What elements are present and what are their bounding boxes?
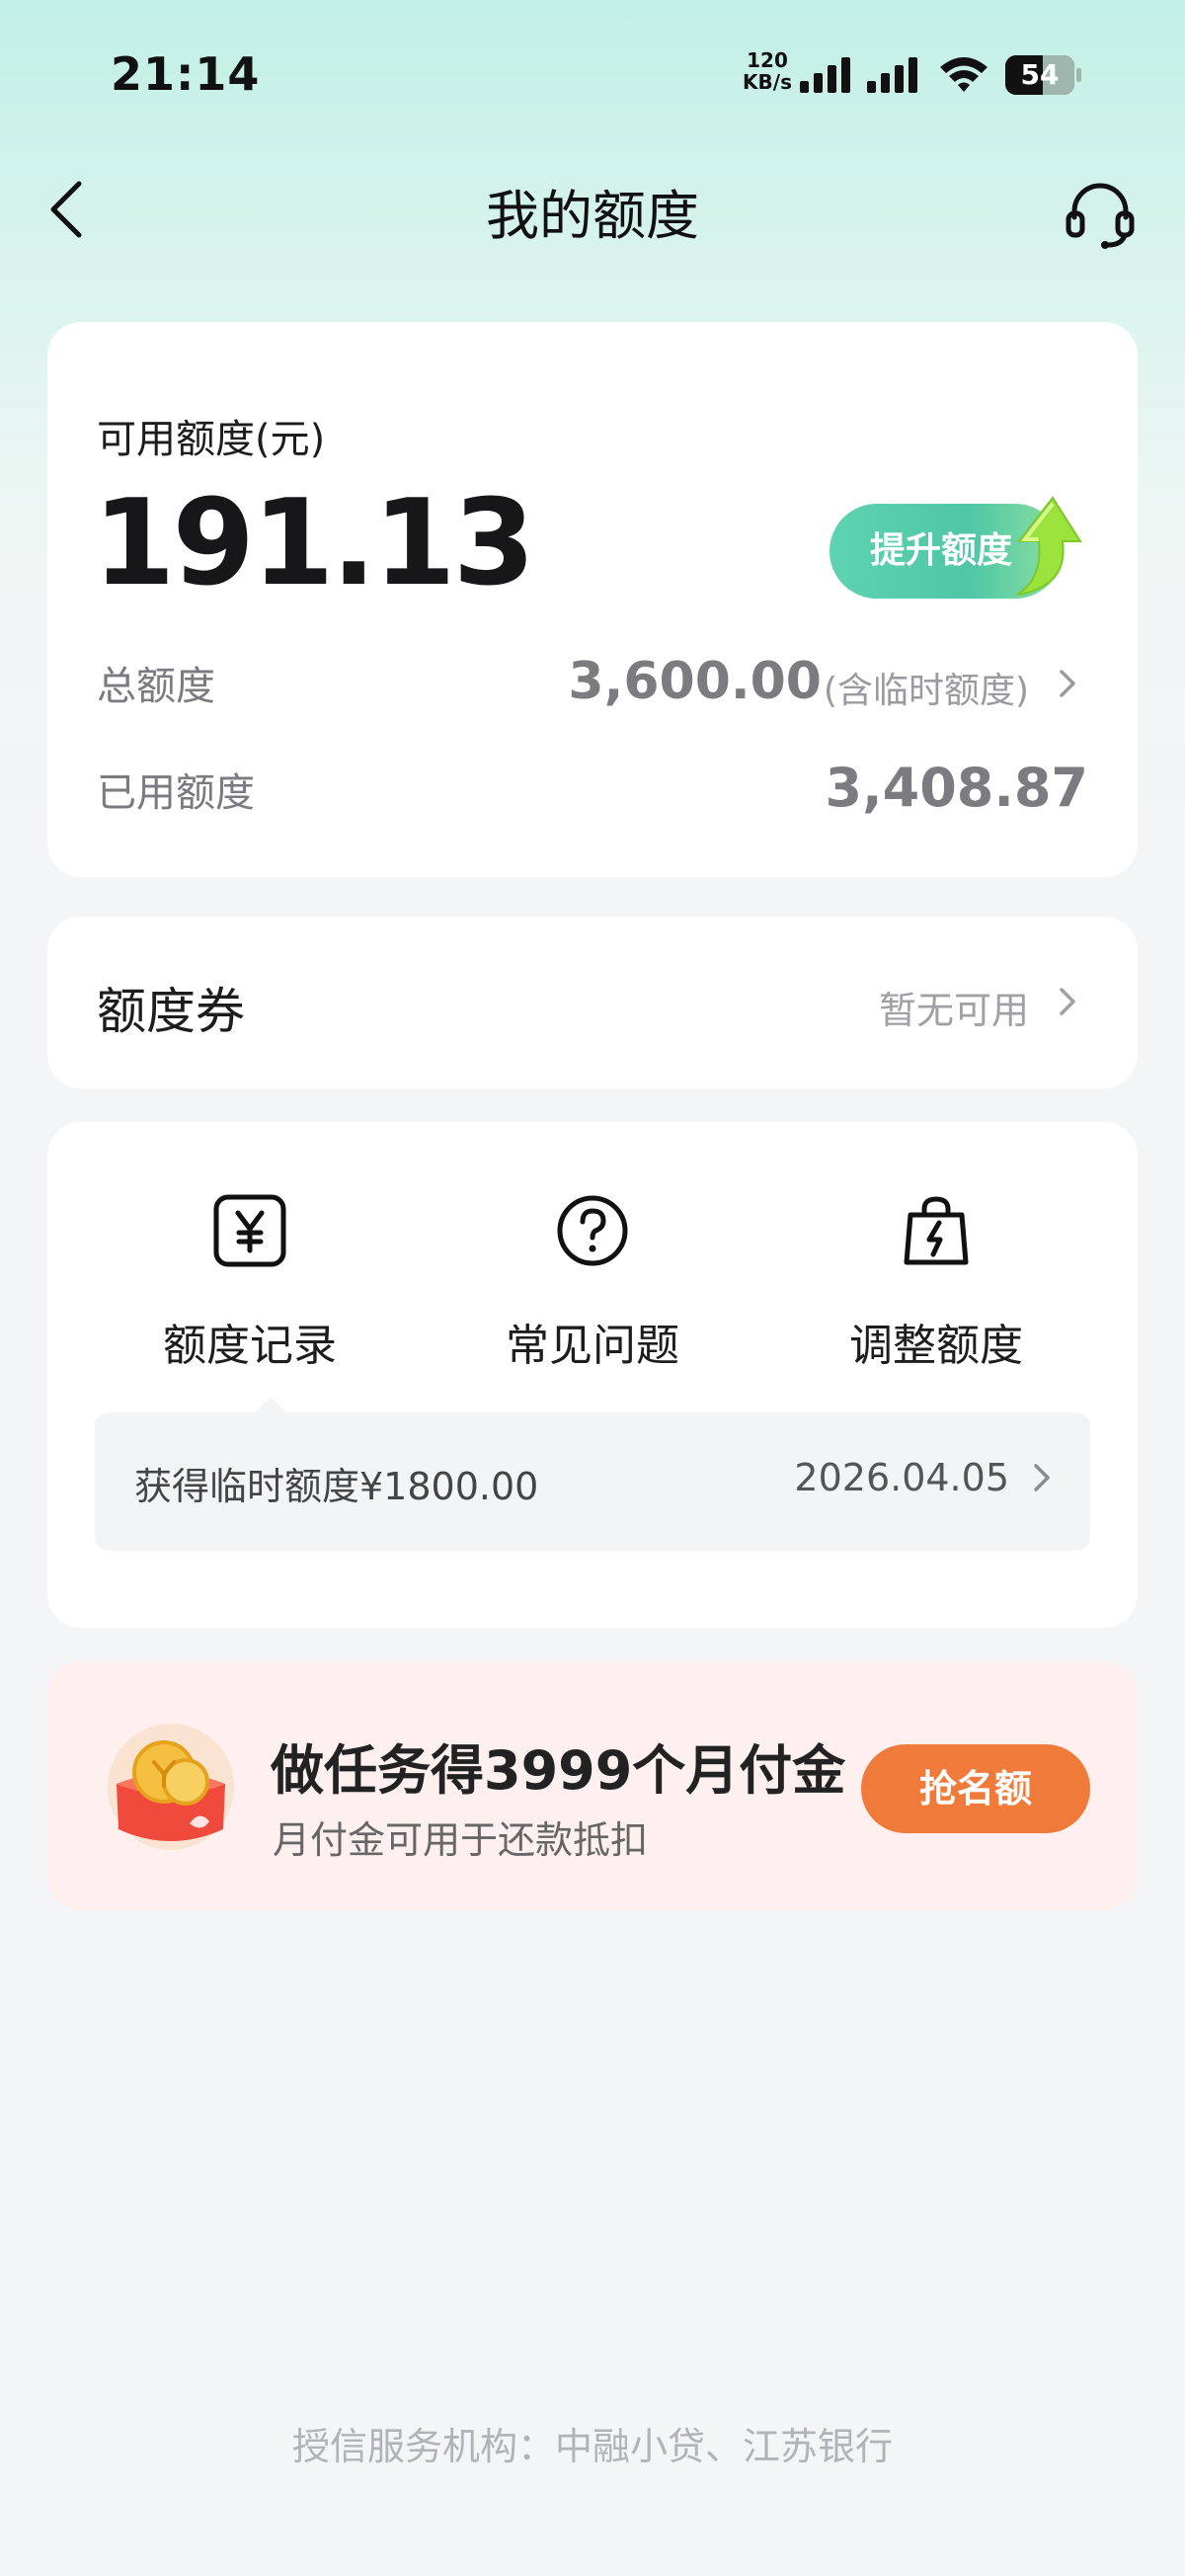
red-envelope-coins-icon bbox=[108, 1724, 234, 1850]
quota-coupon-title: 额度券 bbox=[97, 983, 245, 1040]
record-pointer bbox=[253, 1397, 288, 1414]
credit-institutions-footer: 授信服务机构：中融小贷、江苏银行 bbox=[291, 2425, 893, 2468]
promo-subtitle: 月付金可用于还款抵扣 bbox=[273, 1818, 649, 1862]
available-quota-amount: 191.13 bbox=[93, 475, 535, 612]
cellular-signal-icon-2 bbox=[867, 57, 917, 93]
wifi-icon bbox=[940, 57, 988, 92]
headset-icon[interactable] bbox=[1061, 174, 1140, 253]
yuan-receipt-icon bbox=[213, 1194, 286, 1267]
used-quota-value: 3,408.87 bbox=[825, 757, 1088, 819]
total-quota-label: 总额度 bbox=[97, 664, 215, 709]
grab-slot-button[interactable]: 抢名额 bbox=[861, 1744, 1090, 1833]
quota-record-label: 额度记录 bbox=[163, 1321, 337, 1371]
chevron-right-icon[interactable] bbox=[1053, 664, 1082, 703]
quota-record-action[interactable]: 额度记录 bbox=[102, 1191, 398, 1371]
latest-quota-record[interactable]: 获得临时额度¥1800.00 2026.04.05 bbox=[95, 1397, 1090, 1551]
quota-card: 可用额度(元) 191.13 提升额度 总额度 3,600.00 (含临时额度)… bbox=[47, 322, 1138, 877]
back-chevron-left-icon[interactable] bbox=[40, 170, 95, 249]
promo-banner[interactable]: 做任务得3999个月付金 月付金可用于还款抵扣 抢名额 bbox=[47, 1661, 1138, 1910]
promo-title: 做任务得3999个月付金 bbox=[271, 1739, 846, 1802]
cellular-signal-icon bbox=[800, 57, 850, 93]
network-speed-value: 120 bbox=[747, 48, 788, 72]
network-speed: 120 KB/s bbox=[739, 49, 796, 93]
battery-indicator: 54 bbox=[1005, 55, 1081, 95]
total-quota-note: (含临时额度) bbox=[823, 671, 1029, 711]
raise-quota-label: 提升额度 bbox=[869, 530, 1012, 571]
faq-label: 常见问题 bbox=[506, 1321, 679, 1371]
adjust-quota-action[interactable]: 调整额度 bbox=[788, 1191, 1084, 1371]
quota-coupon-status: 暂无可用 bbox=[878, 989, 1029, 1032]
record-date: 2026.04.05 bbox=[794, 1456, 1009, 1499]
adjust-quota-label: 调整额度 bbox=[849, 1321, 1023, 1371]
raise-quota-button[interactable]: 提升额度 bbox=[830, 496, 1100, 599]
page-title: 我的额度 bbox=[486, 185, 699, 247]
network-speed-unit: KB/s bbox=[743, 70, 792, 94]
available-quota-label: 可用额度(元) bbox=[97, 417, 326, 462]
status-bar: 21:14 120 KB/s 54 bbox=[0, 0, 1185, 148]
battery-level-text: 54 bbox=[1020, 58, 1060, 91]
chevron-right-icon bbox=[1034, 1464, 1050, 1491]
battery-cap bbox=[1076, 68, 1081, 82]
total-quota-value: 3,600.00 bbox=[568, 652, 822, 711]
used-quota-label: 已用额度 bbox=[97, 770, 255, 816]
faq-action[interactable]: 常见问题 bbox=[444, 1191, 741, 1371]
chevron-right-icon bbox=[1060, 988, 1075, 1015]
lightning-bag-icon bbox=[904, 1196, 969, 1265]
record-description: 获得临时额度¥1800.00 bbox=[134, 1465, 539, 1508]
quota-coupon-card[interactable]: 额度券 暂无可用 bbox=[47, 917, 1138, 1088]
status-time: 21:14 bbox=[111, 47, 261, 101]
question-circle-icon bbox=[557, 1195, 628, 1266]
quota-actions-card: 额度记录 常见问题 调整额度 获得临时额度¥1800.00 2026.04.05 bbox=[47, 1122, 1138, 1628]
